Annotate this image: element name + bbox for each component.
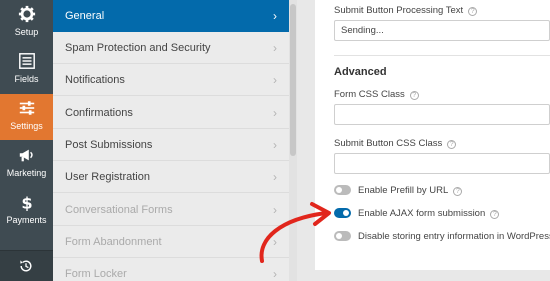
megaphone-icon <box>0 146 53 168</box>
rail-item-settings[interactable]: Settings <box>0 94 53 140</box>
list-icon <box>0 52 53 74</box>
section-notifications[interactable]: Notifications › <box>53 64 289 96</box>
help-icon[interactable]: ? <box>490 210 500 219</box>
rail-label: Settings <box>10 121 43 131</box>
processing-text-input[interactable]: Sending... <box>334 20 550 41</box>
section-label: Notifications <box>65 74 125 86</box>
dollar-icon: $ <box>0 193 53 215</box>
rail-item-marketing[interactable]: Marketing <box>0 141 53 187</box>
chevron-right-icon: › <box>273 138 277 152</box>
annotation-arrow-icon <box>259 202 331 263</box>
section-user-registration[interactable]: User Registration › <box>53 161 289 193</box>
settings-panel: Submit Button Processing Text? Sending..… <box>315 0 550 270</box>
toggle-label: Enable Prefill by URL <box>358 185 449 196</box>
help-icon[interactable]: ? <box>453 187 463 196</box>
toggle-knob <box>336 187 342 193</box>
section-label: Form Abandonment <box>65 236 162 248</box>
form-css-class-input[interactable] <box>334 104 550 125</box>
section-label: User Registration <box>65 171 150 183</box>
section-label: Post Submissions <box>65 139 153 151</box>
section-general[interactable]: General › <box>53 0 289 32</box>
chevron-right-icon: › <box>273 41 277 55</box>
disable-entry-storage-label: Disable storing entry information in Wor… <box>358 231 550 242</box>
field-label: Submit Button Processing Text <box>334 5 464 16</box>
processing-text-label: Submit Button Processing Text? <box>334 5 478 16</box>
gear-icon <box>0 5 53 27</box>
revisions-button[interactable] <box>0 250 53 281</box>
rail-label: Setup <box>14 27 39 37</box>
rail-item-fields[interactable]: Fields <box>0 47 53 93</box>
button-css-class-label: Submit Button CSS Class? <box>334 138 457 149</box>
help-icon[interactable]: ? <box>468 7 478 16</box>
advanced-heading: Advanced <box>334 66 387 78</box>
section-label: General <box>65 10 105 22</box>
rail-label: Fields <box>14 74 39 84</box>
section-label: Form Locker <box>65 268 127 280</box>
form-css-class-label: Form CSS Class? <box>334 89 419 100</box>
chevron-right-icon: › <box>273 106 277 120</box>
chevron-right-icon: › <box>273 9 277 23</box>
sliders-icon <box>0 99 53 121</box>
history-icon <box>20 260 32 272</box>
prefill-url-label: Enable Prefill by URL? <box>358 185 463 196</box>
ajax-submission-label: Enable AJAX form submission? <box>358 208 500 219</box>
section-confirmations[interactable]: Confirmations › <box>53 97 289 129</box>
chevron-right-icon: › <box>273 170 277 184</box>
help-icon[interactable]: ? <box>447 140 457 149</box>
section-label: Conversational Forms <box>65 204 173 216</box>
chevron-right-icon: › <box>273 73 277 87</box>
builder-sidebar: Setup Fields Settings Marketing $ Paymen… <box>0 0 53 281</box>
rail-label: Payments <box>6 215 47 225</box>
divider <box>334 55 550 56</box>
rail-item-setup[interactable]: Setup <box>0 0 53 46</box>
toggle-label: Enable AJAX form submission <box>358 208 486 219</box>
section-label: Spam Protection and Security <box>65 42 211 54</box>
button-css-class-input[interactable] <box>334 153 550 174</box>
section-post-submissions[interactable]: Post Submissions › <box>53 129 289 161</box>
field-label: Form CSS Class <box>334 89 405 100</box>
sections-scrollbar-thumb[interactable] <box>290 4 296 156</box>
chevron-right-icon: › <box>273 267 277 281</box>
rail-item-payments[interactable]: $ Payments <box>0 188 53 234</box>
rail-label: Marketing <box>6 168 47 178</box>
svg-text:$: $ <box>21 193 32 211</box>
toggle-knob <box>343 210 349 216</box>
section-label: Confirmations <box>65 107 133 119</box>
help-icon[interactable]: ? <box>409 91 419 100</box>
prefill-url-toggle[interactable] <box>334 185 351 195</box>
field-label: Submit Button CSS Class <box>334 138 443 149</box>
section-spam-protection[interactable]: Spam Protection and Security › <box>53 32 289 64</box>
